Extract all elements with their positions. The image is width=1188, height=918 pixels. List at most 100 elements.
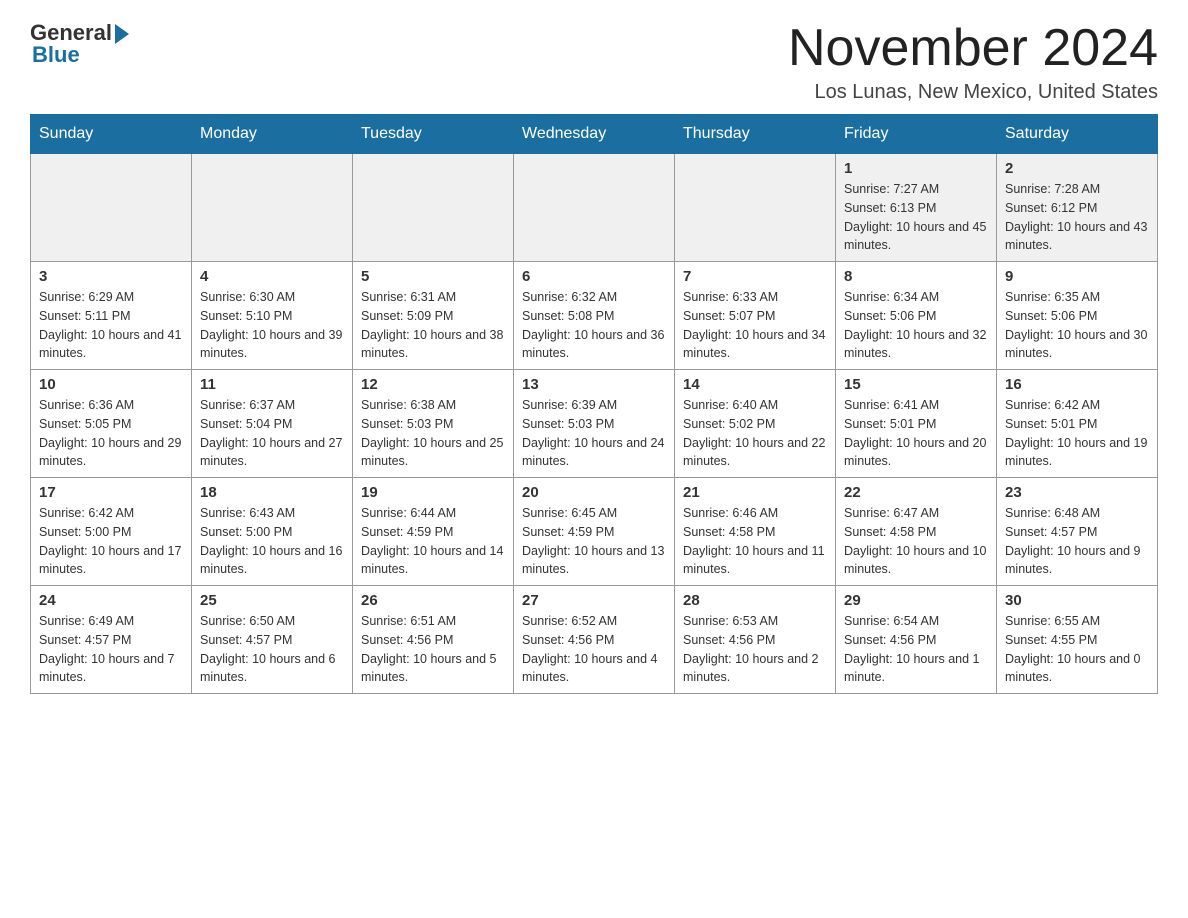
calendar-header-row: SundayMondayTuesdayWednesdayThursdayFrid… [31, 115, 1158, 154]
calendar-day-cell: 1 Sunrise: 7:27 AMSunset: 6:13 PMDaylight… [836, 154, 997, 262]
calendar-day-cell: 13 Sunrise: 6:39 AMSunset: 5:03 PMDayligh… [514, 370, 675, 478]
day-info: Sunrise: 6:45 AMSunset: 4:59 PMDaylight:… [522, 504, 666, 579]
calendar-day-cell: 21Sunrise: 6:46 AMSunset: 4:58 PMDayligh… [675, 478, 836, 586]
day-info: Sunrise: 6:42 AMSunset: 5:01 PMDaylight:… [1005, 396, 1149, 471]
logo-arrow-icon [115, 24, 129, 44]
day-number: 22 [844, 484, 988, 501]
day-info: Sunrise: 6:29 AMSunset: 5:11 PMDaylight:… [39, 288, 183, 363]
day-number: 4 [200, 268, 344, 285]
calendar-day-cell: 27 Sunrise: 6:52 AMSunset: 4:56 PMDayligh… [514, 586, 675, 694]
day-info: Sunrise: 7:27 AMSunset: 6:13 PMDaylight:… [844, 180, 988, 255]
calendar-day-cell: 11 Sunrise: 6:37 AMSunset: 5:04 PMDayligh… [192, 370, 353, 478]
calendar-day-cell: 24Sunrise: 6:49 AMSunset: 4:57 PMDayligh… [31, 586, 192, 694]
calendar-day-cell: 7 Sunrise: 6:33 AMSunset: 5:07 PMDaylight… [675, 262, 836, 370]
day-number: 10 [39, 376, 183, 393]
calendar-header-friday: Friday [836, 115, 997, 154]
day-number: 8 [844, 268, 988, 285]
calendar-day-cell [353, 154, 514, 262]
calendar-day-cell [192, 154, 353, 262]
calendar-day-cell: 8 Sunrise: 6:34 AMSunset: 5:06 PMDaylight… [836, 262, 997, 370]
day-number: 15 [844, 376, 988, 393]
day-number: 17 [39, 484, 183, 501]
calendar-day-cell: 5 Sunrise: 6:31 AMSunset: 5:09 PMDaylight… [353, 262, 514, 370]
calendar-day-cell [675, 154, 836, 262]
day-info: Sunrise: 6:35 AMSunset: 5:06 PMDaylight:… [1005, 288, 1149, 363]
day-info: Sunrise: 6:50 AMSunset: 4:57 PMDaylight:… [200, 612, 344, 687]
day-info: Sunrise: 6:33 AMSunset: 5:07 PMDaylight:… [683, 288, 827, 363]
calendar-day-cell: 20 Sunrise: 6:45 AMSunset: 4:59 PMDayligh… [514, 478, 675, 586]
day-info: Sunrise: 6:41 AMSunset: 5:01 PMDaylight:… [844, 396, 988, 471]
calendar-day-cell: 17 Sunrise: 6:42 AMSunset: 5:00 PMDayligh… [31, 478, 192, 586]
calendar-day-cell [31, 154, 192, 262]
day-number: 3 [39, 268, 183, 285]
day-number: 7 [683, 268, 827, 285]
day-number: 5 [361, 268, 505, 285]
day-info: Sunrise: 6:42 AMSunset: 5:00 PMDaylight:… [39, 504, 183, 579]
calendar-day-cell: 29 Sunrise: 6:54 AMSunset: 4:56 PMDayligh… [836, 586, 997, 694]
day-number: 23 [1005, 484, 1149, 501]
day-info: Sunrise: 6:39 AMSunset: 5:03 PMDaylight:… [522, 396, 666, 471]
day-info: Sunrise: 6:31 AMSunset: 5:09 PMDaylight:… [361, 288, 505, 363]
calendar-day-cell: 28 Sunrise: 6:53 AMSunset: 4:56 PMDayligh… [675, 586, 836, 694]
day-info: Sunrise: 6:34 AMSunset: 5:06 PMDaylight:… [844, 288, 988, 363]
day-info: Sunrise: 6:54 AMSunset: 4:56 PMDaylight:… [844, 612, 988, 687]
day-number: 11 [200, 376, 344, 393]
location-text: Los Lunas, New Mexico, United States [788, 81, 1158, 104]
calendar-day-cell: 18 Sunrise: 6:43 AMSunset: 5:00 PMDayligh… [192, 478, 353, 586]
day-info: Sunrise: 6:48 AMSunset: 4:57 PMDaylight:… [1005, 504, 1149, 579]
day-number: 18 [200, 484, 344, 501]
day-number: 20 [522, 484, 666, 501]
day-info: Sunrise: 6:32 AMSunset: 5:08 PMDaylight:… [522, 288, 666, 363]
day-info: Sunrise: 6:52 AMSunset: 4:56 PMDaylight:… [522, 612, 666, 687]
calendar-header-wednesday: Wednesday [514, 115, 675, 154]
day-info: Sunrise: 6:46 AMSunset: 4:58 PMDaylight:… [683, 504, 827, 579]
calendar-header-monday: Monday [192, 115, 353, 154]
day-info: Sunrise: 6:36 AMSunset: 5:05 PMDaylight:… [39, 396, 183, 471]
day-number: 1 [844, 160, 988, 177]
calendar-day-cell: 12Sunrise: 6:38 AMSunset: 5:03 PMDayligh… [353, 370, 514, 478]
calendar-header-tuesday: Tuesday [353, 115, 514, 154]
logo: General Blue [30, 20, 129, 68]
day-number: 6 [522, 268, 666, 285]
calendar-day-cell: 4Sunrise: 6:30 AMSunset: 5:10 PMDaylight… [192, 262, 353, 370]
day-number: 2 [1005, 160, 1149, 177]
day-number: 27 [522, 592, 666, 609]
calendar-day-cell: 9 Sunrise: 6:35 AMSunset: 5:06 PMDaylight… [997, 262, 1158, 370]
day-info: Sunrise: 6:49 AMSunset: 4:57 PMDaylight:… [39, 612, 183, 687]
logo-blue-text: Blue [32, 42, 80, 68]
calendar-day-cell: 10 Sunrise: 6:36 AMSunset: 5:05 PMDayligh… [31, 370, 192, 478]
calendar-day-cell: 26Sunrise: 6:51 AMSunset: 4:56 PMDayligh… [353, 586, 514, 694]
calendar-table: SundayMondayTuesdayWednesdayThursdayFrid… [30, 114, 1158, 694]
calendar-header-saturday: Saturday [997, 115, 1158, 154]
day-info: Sunrise: 6:51 AMSunset: 4:56 PMDaylight:… [361, 612, 505, 687]
title-section: November 2024 Los Lunas, New Mexico, Uni… [788, 20, 1158, 104]
day-info: Sunrise: 6:43 AMSunset: 5:00 PMDaylight:… [200, 504, 344, 579]
calendar-day-cell: 22 Sunrise: 6:47 AMSunset: 4:58 PMDayligh… [836, 478, 997, 586]
calendar-week-row: 17 Sunrise: 6:42 AMSunset: 5:00 PMDayligh… [31, 478, 1158, 586]
day-number: 13 [522, 376, 666, 393]
calendar-day-cell: 16 Sunrise: 6:42 AMSunset: 5:01 PMDayligh… [997, 370, 1158, 478]
page-header: General Blue November 2024 Los Lunas, Ne… [30, 20, 1158, 104]
calendar-day-cell: 6 Sunrise: 6:32 AMSunset: 5:08 PMDaylight… [514, 262, 675, 370]
day-info: Sunrise: 6:37 AMSunset: 5:04 PMDaylight:… [200, 396, 344, 471]
calendar-week-row: 1 Sunrise: 7:27 AMSunset: 6:13 PMDaylight… [31, 154, 1158, 262]
day-number: 9 [1005, 268, 1149, 285]
calendar-day-cell: 25Sunrise: 6:50 AMSunset: 4:57 PMDayligh… [192, 586, 353, 694]
day-info: Sunrise: 6:44 AMSunset: 4:59 PMDaylight:… [361, 504, 505, 579]
calendar-day-cell: 23 Sunrise: 6:48 AMSunset: 4:57 PMDayligh… [997, 478, 1158, 586]
calendar-day-cell: 14Sunrise: 6:40 AMSunset: 5:02 PMDayligh… [675, 370, 836, 478]
calendar-header-sunday: Sunday [31, 115, 192, 154]
day-info: Sunrise: 6:53 AMSunset: 4:56 PMDaylight:… [683, 612, 827, 687]
day-info: Sunrise: 6:47 AMSunset: 4:58 PMDaylight:… [844, 504, 988, 579]
day-number: 28 [683, 592, 827, 609]
calendar-day-cell: 19Sunrise: 6:44 AMSunset: 4:59 PMDayligh… [353, 478, 514, 586]
calendar-week-row: 10 Sunrise: 6:36 AMSunset: 5:05 PMDayligh… [31, 370, 1158, 478]
day-number: 29 [844, 592, 988, 609]
calendar-week-row: 24Sunrise: 6:49 AMSunset: 4:57 PMDayligh… [31, 586, 1158, 694]
month-title: November 2024 [788, 20, 1158, 77]
day-number: 16 [1005, 376, 1149, 393]
calendar-day-cell: 2 Sunrise: 7:28 AMSunset: 6:12 PMDaylight… [997, 154, 1158, 262]
day-info: Sunrise: 6:55 AMSunset: 4:55 PMDaylight:… [1005, 612, 1149, 687]
day-info: Sunrise: 7:28 AMSunset: 6:12 PMDaylight:… [1005, 180, 1149, 255]
day-info: Sunrise: 6:38 AMSunset: 5:03 PMDaylight:… [361, 396, 505, 471]
